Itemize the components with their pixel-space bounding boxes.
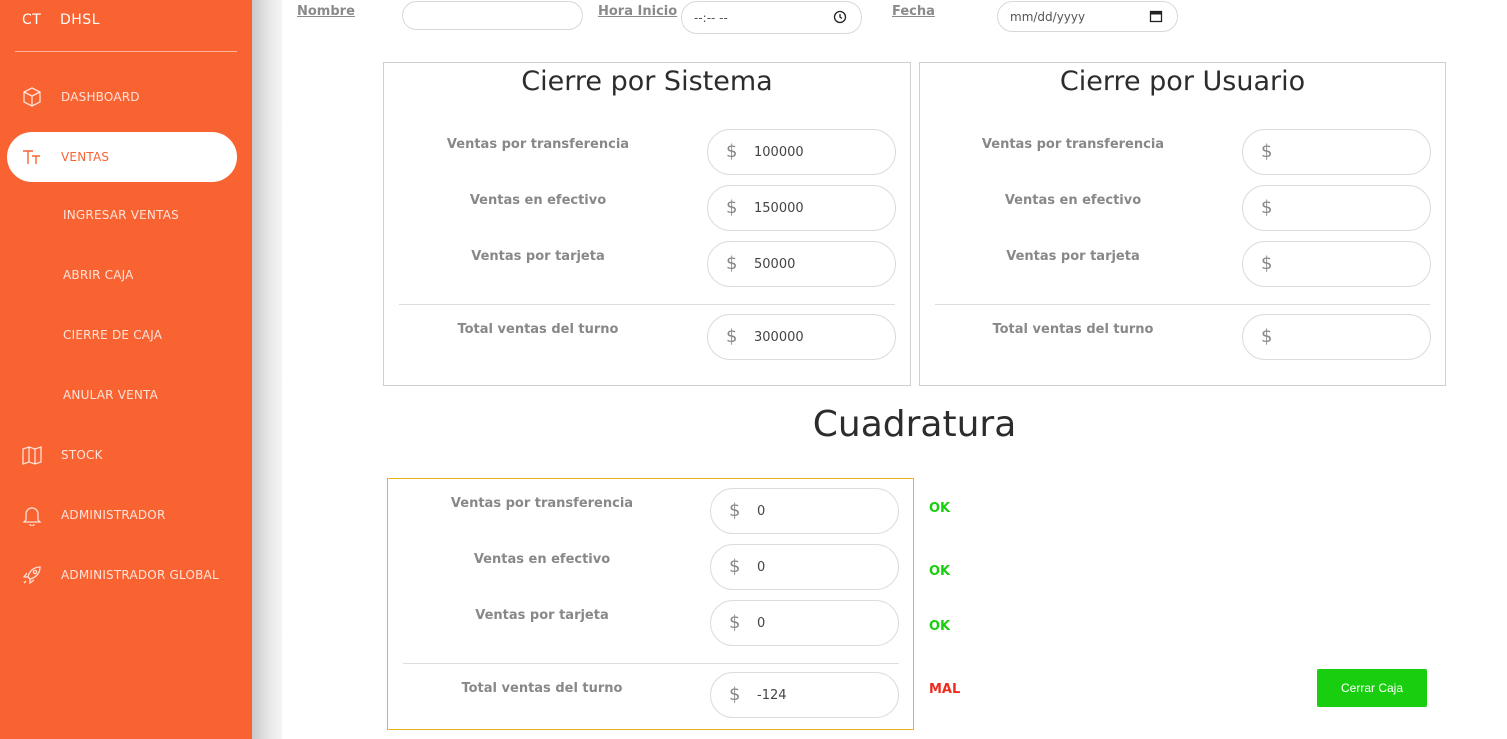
status-tarjeta: OK — [929, 619, 951, 634]
usuario-tarjeta-field[interactable]: $ — [1242, 241, 1431, 287]
field-value: 0 — [757, 616, 766, 631]
field-value: 0 — [757, 560, 766, 575]
cuadratura-total-field[interactable]: $ -124 — [710, 672, 899, 718]
field-value: 300000 — [754, 330, 804, 345]
map-icon — [21, 444, 43, 466]
sidebar-item-label: CIERRE DE CAJA — [63, 328, 163, 342]
content-shadow — [252, 0, 282, 739]
sidebar-item-label: STOCK — [61, 448, 103, 462]
text-size-icon — [21, 146, 43, 168]
row-divider — [403, 663, 899, 664]
usuario-total-field[interactable]: $ — [1242, 314, 1431, 360]
panel-title: Cierre por Sistema — [521, 66, 773, 97]
sidebar-item-ventas[interactable]: VENTAS — [7, 132, 237, 182]
sidebar-item-stock[interactable]: STOCK — [0, 440, 252, 470]
cuadratura-efectivo-field[interactable]: $ 0 — [710, 544, 899, 590]
currency-symbol: $ — [729, 500, 741, 521]
row-label: Ventas en efectivo — [473, 552, 611, 567]
row-label: Ventas en efectivo — [469, 193, 607, 208]
row-label: Ventas por transferencia — [981, 137, 1165, 152]
sidebar-item-cierre-de-caja[interactable]: CIERRE DE CAJA — [0, 320, 252, 350]
currency-symbol: $ — [726, 197, 738, 218]
sistema-transferencia-field[interactable]: $ 100000 — [707, 129, 896, 175]
row-label: Ventas en efectivo — [1004, 193, 1142, 208]
field-value: 50000 — [754, 257, 796, 272]
sidebar-item-administrador[interactable]: ADMINISTRADOR — [0, 500, 252, 530]
currency-symbol: $ — [726, 326, 738, 347]
usuario-transferencia-field[interactable]: $ — [1242, 129, 1431, 175]
sidebar-item-dashboard[interactable]: DASHBOARD — [0, 82, 252, 112]
sidebar-divider — [15, 51, 237, 52]
currency-symbol: $ — [1261, 197, 1273, 218]
fecha-input[interactable]: mm/dd/yyyy — [997, 1, 1178, 32]
row-divider — [399, 304, 895, 305]
currency-symbol: $ — [1261, 253, 1273, 274]
currency-symbol: $ — [729, 556, 741, 577]
cuadratura-tarjeta-field[interactable]: $ 0 — [710, 600, 899, 646]
nombre-label: Nombre — [297, 4, 355, 19]
calendar-icon[interactable] — [1149, 9, 1163, 26]
nombre-input[interactable] — [402, 1, 583, 30]
cube-icon — [21, 86, 43, 108]
rocket-icon — [21, 564, 43, 586]
row-label: Total ventas del turno — [457, 322, 619, 337]
sidebar: CT DHSL DASHBOARD VENTAS INGRESAR VENTAS … — [0, 0, 252, 739]
currency-symbol: $ — [729, 684, 741, 705]
row-label: Ventas por tarjeta — [471, 249, 605, 264]
brand-name: DHSL — [60, 12, 100, 28]
row-label: Ventas por tarjeta — [475, 608, 609, 623]
sistema-efectivo-field[interactable]: $ 150000 — [707, 185, 896, 231]
hora-inicio-value: --:-- -- — [694, 10, 728, 25]
panel-title: Cierre por Usuario — [1059, 66, 1306, 97]
status-transferencia: OK — [929, 501, 951, 516]
currency-symbol: $ — [726, 141, 738, 162]
status-efectivo: OK — [929, 564, 951, 579]
usuario-efectivo-field[interactable]: $ — [1242, 185, 1431, 231]
hora-inicio-input[interactable]: --:-- -- — [681, 1, 862, 34]
hora-inicio-label: Hora Inicio — [598, 4, 678, 19]
sidebar-item-label: DASHBOARD — [61, 90, 140, 104]
row-label: Ventas por tarjeta — [1006, 249, 1140, 264]
row-label: Total ventas del turno — [461, 681, 623, 696]
cerrar-caja-button[interactable]: Cerrar Caja — [1317, 669, 1427, 707]
field-value: 100000 — [754, 145, 804, 160]
sidebar-item-administrador-global[interactable]: ADMINISTRADOR GLOBAL — [0, 560, 252, 590]
sidebar-item-abrir-caja[interactable]: ABRIR CAJA — [0, 260, 252, 290]
cierre-usuario-panel: Cierre por Usuario Ventas por transferen… — [919, 62, 1446, 386]
sistema-tarjeta-field[interactable]: $ 50000 — [707, 241, 896, 287]
fecha-label: Fecha — [892, 4, 935, 19]
cuadratura-panel: Ventas por transferencia $ 0 Ventas en e… — [387, 478, 914, 730]
sidebar-item-label: VENTAS — [61, 150, 110, 164]
sidebar-item-anular-venta[interactable]: ANULAR VENTA — [0, 380, 252, 410]
row-label: Ventas por transferencia — [450, 496, 634, 511]
field-value: 150000 — [754, 201, 804, 216]
status-total: MAL — [929, 682, 961, 697]
sistema-total-field[interactable]: $ 300000 — [707, 314, 896, 360]
sidebar-item-ingresar-ventas[interactable]: INGRESAR VENTAS — [0, 200, 252, 230]
cuadratura-title: Cuadratura — [812, 404, 1017, 445]
currency-symbol: $ — [1261, 326, 1273, 347]
row-label: Total ventas del turno — [992, 322, 1154, 337]
bell-icon — [21, 504, 43, 526]
sidebar-item-label: ADMINISTRADOR — [61, 508, 166, 522]
sidebar-item-label: INGRESAR VENTAS — [63, 208, 179, 222]
fecha-value: mm/dd/yyyy — [1010, 9, 1086, 24]
currency-symbol: $ — [729, 612, 741, 633]
cuadratura-transferencia-field[interactable]: $ 0 — [710, 488, 899, 534]
clock-icon[interactable] — [833, 10, 847, 27]
row-label: Ventas por transferencia — [446, 137, 630, 152]
field-value: 0 — [757, 504, 766, 519]
sidebar-item-label: ABRIR CAJA — [63, 268, 134, 282]
cierre-sistema-panel: Cierre por Sistema Ventas por transferen… — [383, 62, 911, 386]
currency-symbol: $ — [726, 253, 738, 274]
sidebar-item-label: ADMINISTRADOR GLOBAL — [61, 568, 219, 582]
brand-logo[interactable]: CT DHSL — [22, 12, 100, 28]
currency-symbol: $ — [1261, 141, 1273, 162]
brand-mini: CT — [22, 12, 42, 28]
row-divider — [935, 304, 1430, 305]
sidebar-item-label: ANULAR VENTA — [63, 388, 159, 402]
field-value: -124 — [757, 688, 787, 703]
